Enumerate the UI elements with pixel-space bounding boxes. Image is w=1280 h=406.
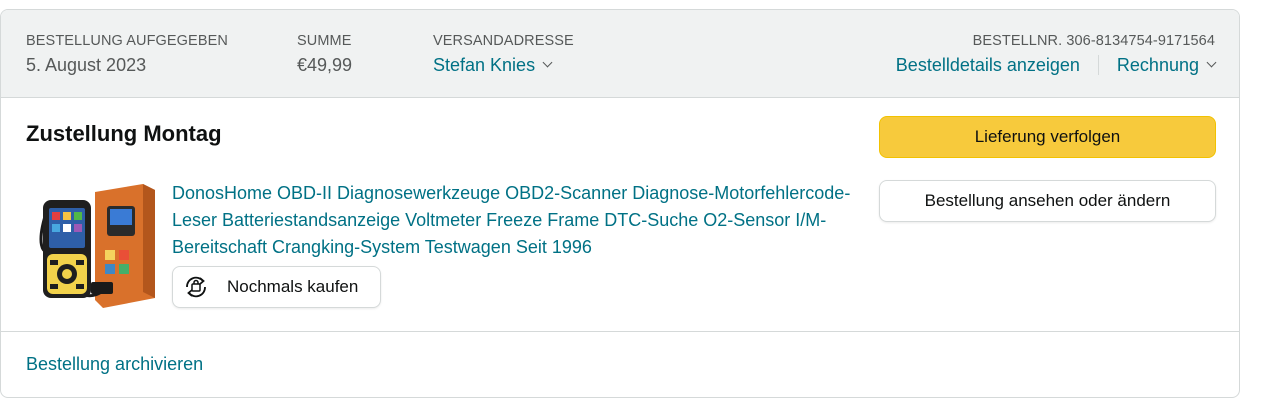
order-total-label: Summe bbox=[297, 33, 352, 49]
order-date-value: 5. August 2023 bbox=[26, 55, 147, 75]
archive-order-link[interactable]: Bestellung archivieren bbox=[26, 352, 203, 376]
order-details-link[interactable]: Bestelldetails anzeigen bbox=[896, 53, 1080, 77]
order-links: Bestelldetails anzeigen Rechnung bbox=[896, 53, 1217, 77]
footer-divider bbox=[1, 331, 1239, 332]
order-date-column: Bestellung aufgegeben 5. August 2023 bbox=[26, 32, 228, 77]
delivery-status-title: Zustellung Montag bbox=[26, 121, 222, 146]
ship-to-name: Stefan Knies bbox=[433, 55, 536, 75]
invoice-dropdown[interactable]: Rechnung bbox=[1116, 53, 1217, 77]
invoice-label: Rechnung bbox=[1116, 55, 1199, 75]
order-header: Bestellung aufgegeben 5. August 2023 Sum… bbox=[1, 10, 1239, 98]
order-total-column: Summe €49,99 bbox=[297, 32, 352, 77]
ship-to-dropdown[interactable]: Stefan Knies bbox=[433, 53, 574, 77]
ship-to-label: Versandadresse bbox=[433, 33, 574, 49]
buy-again-cycle-icon bbox=[186, 276, 206, 298]
buy-again-button[interactable]: Nochmals kaufen bbox=[172, 266, 381, 308]
product-title-link[interactable]: DonosHome OBD-II Diagnosewerkzeuge OBD2-… bbox=[172, 180, 852, 261]
ship-to-column: Versandadresse Stefan Knies bbox=[433, 32, 574, 77]
order-total-value: €49,99 bbox=[297, 55, 353, 75]
order-card: Bestellung aufgegeben 5. August 2023 Sum… bbox=[0, 9, 1240, 398]
buy-again-label: Nochmals kaufen bbox=[227, 277, 359, 296]
chevron-down-icon bbox=[542, 57, 553, 68]
order-date-label: Bestellung aufgegeben bbox=[26, 33, 228, 49]
order-number: Bestellnr. 306-8134754-9171564 bbox=[972, 33, 1215, 49]
track-package-button[interactable]: Lieferung verfolgen bbox=[879, 116, 1216, 158]
order-number-column: Bestellnr. 306-8134754-9171564 Bestellde… bbox=[896, 32, 1217, 77]
product-image[interactable] bbox=[37, 180, 157, 310]
chevron-down-icon bbox=[1206, 57, 1217, 68]
view-edit-order-button[interactable]: Bestellung ansehen oder ändern bbox=[879, 180, 1216, 222]
link-divider bbox=[1097, 55, 1099, 75]
